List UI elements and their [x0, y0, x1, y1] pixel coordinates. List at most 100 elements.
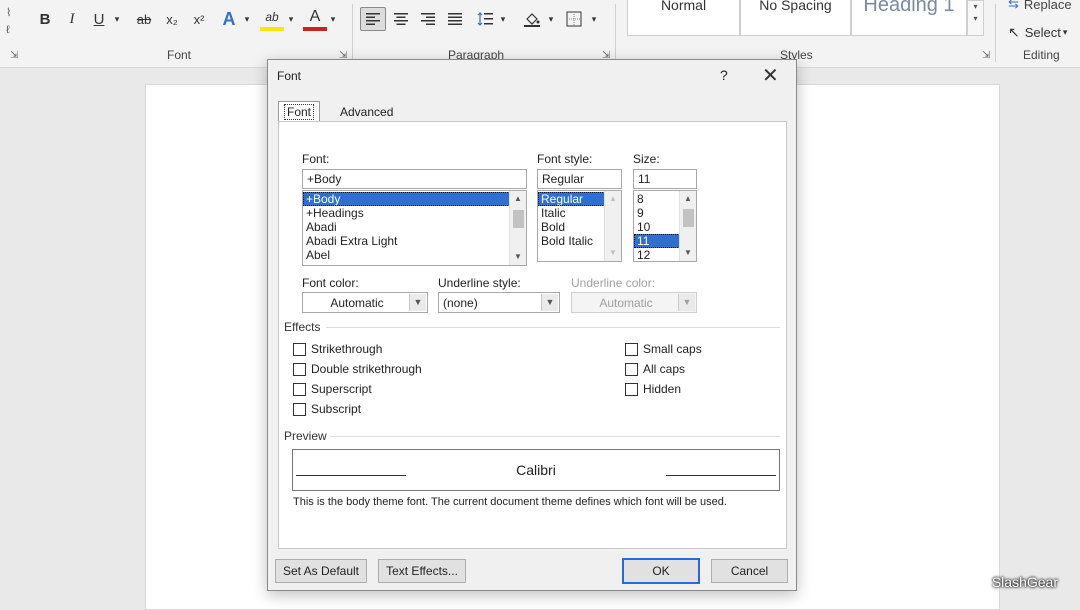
- scroll-up-icon[interactable]: ▲: [680, 192, 696, 206]
- shading-button[interactable]: [520, 7, 544, 31]
- font-color-button[interactable]: A: [303, 7, 327, 31]
- scroll-up-icon[interactable]: ▲: [510, 192, 526, 206]
- checkbox-box[interactable]: [625, 382, 638, 396]
- text-effects-button[interactable]: Text Effects...: [378, 559, 466, 583]
- scroll-thumb[interactable]: [513, 210, 524, 228]
- underline-style-select[interactable]: (none) ▼: [438, 292, 560, 313]
- align-center-button[interactable]: [390, 7, 412, 31]
- align-center-icon: [394, 13, 408, 25]
- font-list-option[interactable]: Abadi Extra Light: [303, 234, 526, 248]
- highlight-dropdown-icon[interactable]: ▾: [285, 7, 297, 31]
- highlight-button[interactable]: ab: [260, 7, 284, 31]
- tab-advanced[interactable]: Advanced: [334, 102, 399, 122]
- underline-button[interactable]: U: [88, 7, 110, 31]
- font-list-option[interactable]: Abadi: [303, 220, 526, 234]
- scroll-down-icon: ▼: [609, 248, 617, 257]
- checkbox-box[interactable]: [625, 342, 638, 356]
- underline-color-label: Underline color:: [571, 276, 656, 290]
- checkbox-box[interactable]: [293, 362, 306, 376]
- scroll-thumb[interactable]: [683, 209, 694, 227]
- checkbox-label: All caps: [643, 362, 686, 376]
- close-icon[interactable]: ✕: [762, 63, 779, 88]
- scroll-down-icon[interactable]: ▼: [680, 246, 696, 260]
- checkbox-box[interactable]: [625, 362, 638, 376]
- cursor-icon: ↖: [1008, 24, 1020, 40]
- strikethrough-checkbox[interactable]: Strikethrough: [293, 342, 382, 356]
- checkbox-box[interactable]: [293, 382, 306, 396]
- paint-bucket-icon: [524, 13, 540, 27]
- preview-box: Calibri: [292, 449, 780, 491]
- preview-line-right: [666, 475, 776, 476]
- font-style-input[interactable]: Regular: [537, 169, 622, 189]
- double-strikethrough-checkbox[interactable]: Double strikethrough: [293, 362, 422, 376]
- font-color-select[interactable]: Automatic ▼: [302, 292, 428, 313]
- font-input[interactable]: +Body: [302, 169, 527, 189]
- bold-button[interactable]: B: [34, 7, 56, 31]
- hidden-checkbox[interactable]: Hidden: [625, 382, 681, 396]
- font-list-scrollbar[interactable]: ▲ ▼: [509, 191, 526, 265]
- dialog-title: Font: [277, 69, 302, 83]
- editing-group-label: Editing: [1023, 48, 1060, 62]
- clipboard-format-painter-icon[interactable]: ⌇: [6, 6, 11, 19]
- clipboard-launcher-icon[interactable]: ⇲: [10, 50, 18, 61]
- select-button[interactable]: ↖ Select ▾: [1008, 24, 1067, 41]
- size-input[interactable]: 11: [633, 169, 697, 189]
- italic-button[interactable]: I: [61, 7, 83, 31]
- preview-divider: [330, 436, 780, 437]
- font-color-value: Automatic: [330, 296, 384, 310]
- align-left-button[interactable]: [360, 7, 386, 31]
- text-effects-button[interactable]: A: [216, 7, 242, 31]
- group-separator: [995, 4, 996, 62]
- styles-dialog-launcher-icon[interactable]: ⇲: [982, 50, 990, 61]
- style-normal[interactable]: Normal: [627, 0, 740, 36]
- shading-dropdown-icon[interactable]: ▾: [545, 7, 557, 31]
- line-spacing-button[interactable]: [474, 7, 496, 31]
- set-as-default-button[interactable]: Set As Default: [275, 559, 367, 583]
- align-right-icon: [421, 13, 435, 25]
- font-list-option[interactable]: +Body: [303, 192, 526, 206]
- ok-button[interactable]: OK: [622, 558, 700, 584]
- superscript-checkbox[interactable]: Superscript: [293, 382, 372, 396]
- superscript-button[interactable]: x²: [188, 7, 210, 31]
- underline-style-value: (none): [443, 296, 478, 310]
- align-right-button[interactable]: [417, 7, 439, 31]
- chevron-down-icon[interactable]: ▼: [409, 294, 426, 311]
- size-list[interactable]: 8 9 10 11 12 ▲ ▼: [633, 190, 697, 262]
- font-list[interactable]: +Body +Headings Abadi Abadi Extra Light Abel…: [302, 190, 527, 266]
- subscript-checkbox[interactable]: Subscript: [293, 402, 361, 416]
- chevron-down-icon[interactable]: ▼: [541, 294, 558, 311]
- checkbox-box[interactable]: [293, 342, 306, 356]
- font-color-dropdown-icon[interactable]: ▾: [327, 7, 339, 31]
- font-style-list[interactable]: Regular Italic Bold Bold Italic ▲ ▼: [537, 190, 622, 262]
- size-label: Size:: [633, 152, 660, 166]
- small-caps-checkbox[interactable]: Small caps: [625, 342, 702, 356]
- underline-dropdown-icon[interactable]: ▾: [110, 7, 124, 31]
- font-list-option[interactable]: +Headings: [303, 206, 526, 220]
- checkbox-box[interactable]: [293, 402, 306, 416]
- replace-button[interactable]: ⇆ Replace: [1008, 0, 1072, 12]
- all-caps-checkbox[interactable]: All caps: [625, 362, 685, 376]
- tab-font[interactable]: Font: [278, 101, 321, 122]
- cancel-button[interactable]: Cancel: [711, 559, 788, 583]
- chevron-down-icon: ▼: [678, 294, 695, 311]
- underline-color-value: Automatic: [599, 296, 653, 310]
- borders-button[interactable]: [563, 7, 585, 31]
- line-spacing-icon: [477, 12, 493, 26]
- style-heading-1[interactable]: Heading 1: [851, 0, 967, 36]
- borders-dropdown-icon[interactable]: ▾: [588, 7, 600, 31]
- line-spacing-dropdown-icon[interactable]: ▾: [497, 7, 509, 31]
- help-icon[interactable]: ?: [720, 67, 728, 83]
- font-list-option[interactable]: Abel: [303, 248, 526, 262]
- style-no-spacing[interactable]: No Spacing: [740, 0, 851, 36]
- font-group-label: Font: [167, 48, 192, 62]
- scroll-down-icon[interactable]: ▼: [510, 250, 526, 264]
- align-left-icon: [366, 13, 380, 25]
- size-list-scrollbar[interactable]: ▲ ▼: [679, 191, 696, 261]
- strikethrough-button[interactable]: ab: [131, 7, 157, 31]
- clipboard-brush-icon[interactable]: ℓ: [6, 24, 10, 36]
- text-effects-dropdown-icon[interactable]: ▾: [241, 7, 253, 31]
- subscript-button[interactable]: x₂: [161, 7, 183, 31]
- styles-gallery-more-icon[interactable]: ▾ ▾: [967, 0, 984, 36]
- font-label: Font:: [302, 152, 330, 166]
- justify-button[interactable]: [444, 7, 466, 31]
